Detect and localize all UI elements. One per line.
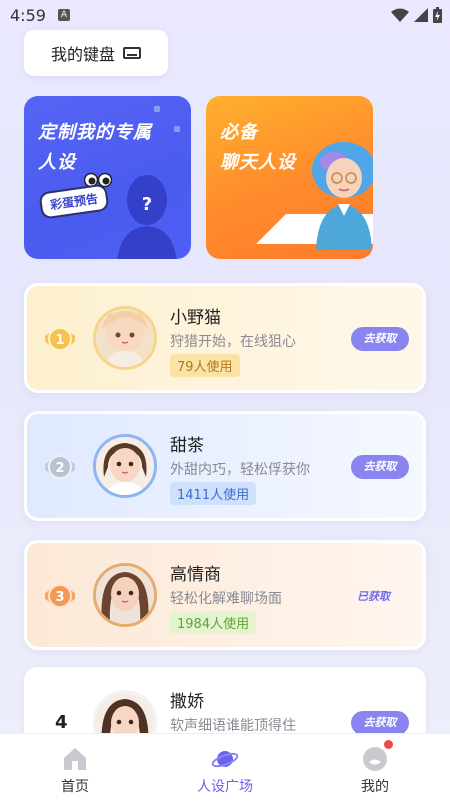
usage-count-badge: 1411人使用 <box>170 482 257 505</box>
my-keyboard-button[interactable]: 我的键盘 <box>24 30 168 76</box>
tab-mine[interactable]: 我的 <box>300 734 450 801</box>
banner-title-line2: 聊天人设 <box>220 152 296 173</box>
rank-number: 2 <box>55 461 64 476</box>
notification-icon: A <box>58 9 70 21</box>
essential-persona-banner[interactable]: 必备 聊天人设 <box>206 96 373 259</box>
my-keyboard-label: 我的键盘 <box>50 45 115 64</box>
tab-label: 首页 <box>61 779 89 795</box>
avatar <box>93 434 157 498</box>
get-button[interactable]: 去获取 <box>351 327 409 351</box>
persona-description: 轻松化解难聊场面 <box>170 591 282 607</box>
sparkle-decoration <box>154 106 160 112</box>
tab-label: 人设广场 <box>197 779 253 795</box>
sparkle-decoration <box>174 126 180 132</box>
signal-icon <box>414 8 428 22</box>
silhouette-icon: ? <box>117 175 177 259</box>
banner-title-line1: 定制我的专属 <box>38 122 152 143</box>
persona-card[interactable]: 1 小野猫 狩猎开始，在线狙心 79人使用 去获取 <box>24 283 426 393</box>
bottom-tab-bar: 首页 人设广场 我的 <box>0 733 450 801</box>
get-button[interactable]: 去获取 <box>351 455 409 479</box>
tab-label: 我的 <box>361 779 389 795</box>
obtained-label: 已获取 <box>357 590 390 603</box>
get-button[interactable]: 去获取 <box>351 711 409 735</box>
persona-description: 软声细语谁能顶得住 <box>170 718 296 734</box>
persona-card[interactable]: 3 高情商 轻松化解难聊场面 1984人使用 已获取 <box>24 540 426 650</box>
banner-title-line1: 必备 <box>220 122 258 143</box>
status-bar: 4:59 A <box>0 0 450 30</box>
persona-name: 小野猫 <box>170 308 221 328</box>
tab-persona-square[interactable]: 人设广场 <box>150 734 300 801</box>
usage-count-badge: 1984人使用 <box>170 611 257 634</box>
easter-egg-tag: 彩蛋预告 <box>38 183 110 220</box>
persona-name: 高情商 <box>170 565 221 585</box>
keyboard-icon <box>123 47 141 59</box>
persona-name: 撒娇 <box>170 692 204 712</box>
gold-medal-icon: 1 <box>45 327 75 351</box>
profile-icon <box>363 747 387 771</box>
rank-number: 4 <box>55 712 68 733</box>
rank-number: 1 <box>55 333 64 348</box>
persona-description: 狩猎开始，在线狙心 <box>170 334 296 350</box>
rank-number: 3 <box>55 590 64 605</box>
mystery-mark: ? <box>142 194 152 215</box>
avatar <box>93 563 157 627</box>
battery-icon <box>433 7 442 23</box>
wifi-icon <box>391 8 409 22</box>
girl-illustration <box>312 142 373 250</box>
avatar <box>93 306 157 370</box>
bronze-medal-icon: 3 <box>45 584 75 608</box>
status-time: 4:59 <box>10 6 46 25</box>
banner-title-line2: 人设 <box>38 152 76 173</box>
usage-count-badge: 79人使用 <box>170 354 240 377</box>
persona-description: 外甜内巧，轻松俘获你 <box>170 462 310 478</box>
persona-name: 甜茶 <box>170 436 204 456</box>
persona-card[interactable]: 2 甜茶 外甜内巧，轻松俘获你 1411人使用 去获取 <box>24 411 426 521</box>
silver-medal-icon: 2 <box>45 455 75 479</box>
custom-persona-banner[interactable]: 定制我的专属 人设 ? 彩蛋预告 <box>24 96 191 259</box>
planet-icon <box>211 751 239 768</box>
status-icons <box>391 7 442 23</box>
tab-home[interactable]: 首页 <box>0 734 150 801</box>
notification-dot <box>384 740 393 749</box>
home-icon <box>64 748 86 770</box>
